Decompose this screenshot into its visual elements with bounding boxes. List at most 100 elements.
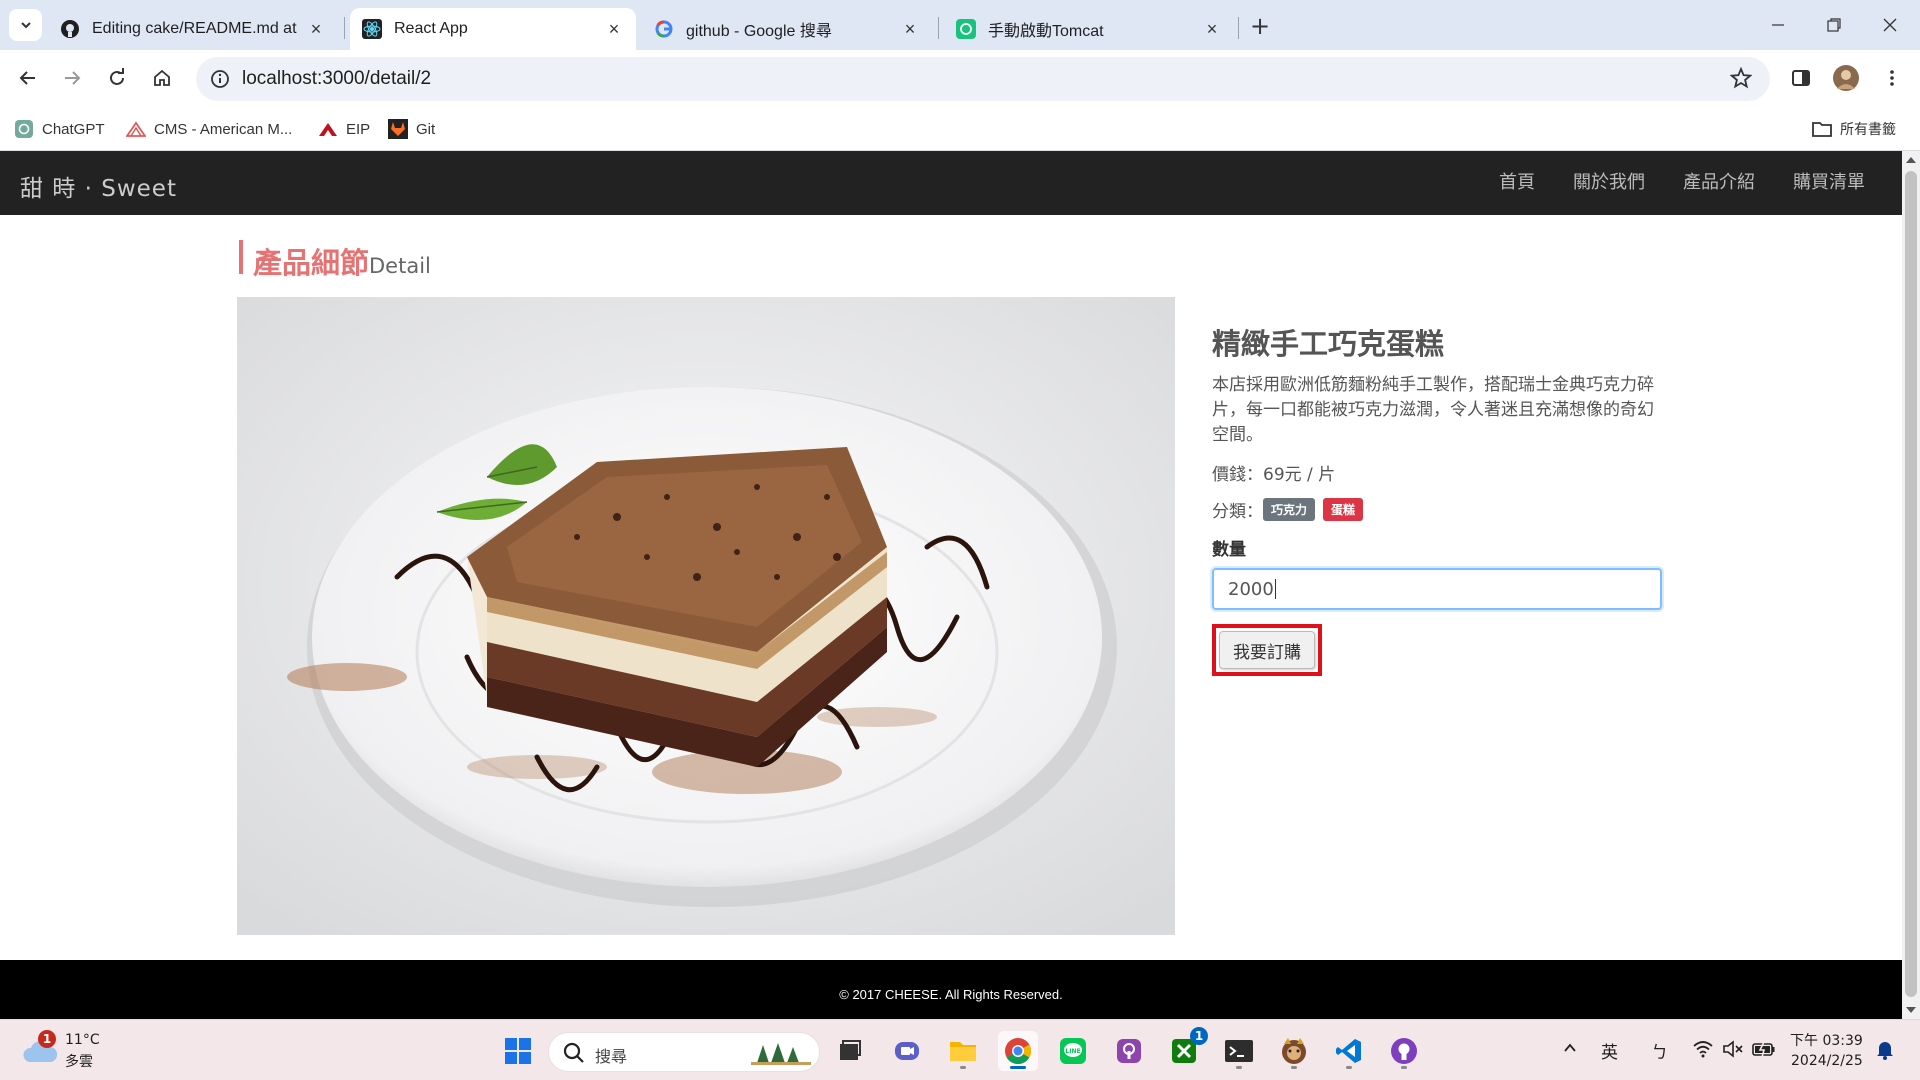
ime-language[interactable]: 英 bbox=[1601, 1038, 1618, 1063]
all-bookmarks-folder[interactable]: 所有書籤 bbox=[1812, 116, 1896, 142]
taskbar-search[interactable]: 搜尋 bbox=[548, 1032, 820, 1072]
folder-icon bbox=[950, 1042, 976, 1061]
chatgpt-icon bbox=[956, 19, 976, 39]
taskbar-app-podcast[interactable] bbox=[1109, 1031, 1149, 1071]
bookmark-label: Git bbox=[416, 120, 436, 138]
scroll-up-icon[interactable] bbox=[1906, 157, 1916, 163]
back-button[interactable] bbox=[10, 60, 46, 96]
podcast-icon bbox=[1117, 1039, 1141, 1063]
forward-button[interactable] bbox=[54, 60, 90, 96]
battery-charging-icon bbox=[1752, 1041, 1775, 1058]
copyright-text: © 2017 CHEESE. All Rights Reserved. bbox=[839, 987, 1063, 1002]
nav-home[interactable]: 首頁 bbox=[1480, 151, 1554, 215]
notification-button[interactable] bbox=[1876, 1040, 1894, 1065]
scroll-down-icon[interactable] bbox=[1906, 1007, 1916, 1013]
site-info-icon[interactable] bbox=[208, 67, 232, 91]
bookmark-git[interactable]: Git bbox=[388, 116, 435, 142]
weather-widget[interactable]: 1 11°C 多雲 bbox=[20, 1030, 110, 1072]
minimize-icon bbox=[1772, 24, 1784, 26]
close-icon[interactable]: × bbox=[604, 19, 624, 39]
quantity-input[interactable]: 2000 bbox=[1212, 568, 1662, 610]
side-panel-icon bbox=[1792, 70, 1810, 86]
taskbar-app-xbox[interactable]: 1 bbox=[1164, 1027, 1208, 1071]
taskbar-app-meet[interactable] bbox=[887, 1031, 927, 1071]
chevron-up-icon bbox=[1564, 1043, 1576, 1052]
taskbar-app-vscode[interactable] bbox=[1329, 1031, 1369, 1071]
nav-products[interactable]: 產品介紹 bbox=[1664, 151, 1774, 215]
tab-title: Editing cake/README.md at main bbox=[92, 20, 300, 37]
wifi-indicator[interactable] bbox=[1693, 1040, 1713, 1063]
taskbar: 1 11°C 多雲 搜尋 LINE 1 英 ㄅ 下午 03:39 2024/2/… bbox=[0, 1019, 1920, 1080]
xbox-badge: 1 bbox=[1190, 1027, 1208, 1045]
scrollbar-thumb[interactable] bbox=[1905, 171, 1917, 997]
side-panel-button[interactable] bbox=[1783, 60, 1819, 96]
bookmarks-bar: ChatGPT CMS - American M... EIP Git 所有書籤 bbox=[0, 108, 1920, 151]
bookmark-chatgpt[interactable]: ChatGPT bbox=[14, 116, 105, 142]
github-icon bbox=[60, 19, 80, 39]
page-title: 產品細節 Detail bbox=[239, 240, 431, 280]
text-caret bbox=[1274, 579, 1276, 599]
close-icon[interactable]: × bbox=[1202, 19, 1222, 39]
nav-cart[interactable]: 購買清單 bbox=[1774, 151, 1884, 215]
task-view-icon bbox=[840, 1040, 861, 1060]
taskbar-app-terminal[interactable] bbox=[1219, 1031, 1259, 1071]
battery-indicator[interactable] bbox=[1752, 1040, 1776, 1063]
page-title-en: Detail bbox=[369, 254, 431, 278]
running-indicator bbox=[1010, 1066, 1026, 1069]
volume-indicator[interactable] bbox=[1722, 1040, 1744, 1063]
tab-chatgpt-tomcat[interactable]: 手動啟動Tomcat × bbox=[944, 8, 1234, 50]
reload-button[interactable] bbox=[99, 60, 135, 96]
forest-highlight-icon bbox=[751, 1043, 811, 1065]
tab-google-search[interactable]: github - Google 搜尋 × bbox=[642, 8, 932, 50]
tab-github[interactable]: Editing cake/README.md at main × bbox=[48, 8, 338, 50]
bookmark-eip[interactable]: EIP bbox=[318, 116, 370, 142]
eip-logo-icon bbox=[318, 119, 338, 139]
chatgpt-icon bbox=[14, 119, 34, 139]
site-brand[interactable]: 甜 時 · Sweet bbox=[20, 169, 177, 203]
vscode-icon bbox=[1336, 1039, 1361, 1063]
taskbar-app-chrome[interactable] bbox=[998, 1031, 1038, 1071]
product-detail-panel: 精緻手工巧克蛋糕 本店採用歐洲低筋麵粉純手工製作，搭配瑞士金典巧克力碎片，每一口… bbox=[1212, 321, 1662, 676]
web-page: 甜 時 · Sweet 首頁 關於我們 產品介紹 購買清單 產品細節 Detai… bbox=[0, 151, 1902, 1019]
close-icon[interactable]: × bbox=[306, 19, 326, 39]
start-button[interactable] bbox=[498, 1031, 538, 1071]
ime-mode[interactable]: ㄅ bbox=[1651, 1038, 1668, 1063]
tray-overflow-button[interactable] bbox=[1562, 1040, 1578, 1061]
close-window-button[interactable] bbox=[1862, 0, 1918, 50]
close-icon[interactable]: × bbox=[900, 19, 920, 39]
github-desktop-icon bbox=[1391, 1038, 1417, 1064]
product-price: 價錢：69元 / 片 bbox=[1212, 465, 1336, 485]
address-bar[interactable]: localhost:3000/detail/2 bbox=[196, 57, 1770, 101]
taskbar-app-file-explorer[interactable] bbox=[943, 1031, 983, 1071]
tab-search-button[interactable] bbox=[9, 9, 42, 41]
quantity-label: 數量 bbox=[1212, 540, 1246, 560]
profile-avatar[interactable] bbox=[1828, 60, 1864, 96]
url-text[interactable]: localhost:3000/detail/2 bbox=[242, 68, 431, 90]
tab-react-app[interactable]: React App × bbox=[350, 8, 636, 50]
page-scrollbar[interactable] bbox=[1902, 151, 1920, 1019]
bookmark-star-icon[interactable] bbox=[1729, 66, 1754, 91]
home-button[interactable] bbox=[144, 60, 180, 96]
order-button[interactable]: 我要訂購 bbox=[1219, 631, 1315, 669]
minimize-button[interactable] bbox=[1750, 0, 1806, 50]
taskbar-app-line[interactable]: LINE bbox=[1053, 1031, 1093, 1071]
system-clock[interactable]: 下午 03:39 2024/2/25 bbox=[1790, 1031, 1863, 1071]
product-image bbox=[237, 297, 1175, 935]
home-icon bbox=[154, 69, 170, 86]
taskbar-app-game[interactable] bbox=[1274, 1031, 1314, 1071]
bookmark-cms[interactable]: CMS - American M... bbox=[126, 116, 292, 142]
weather-desc: 多雲 bbox=[65, 1054, 93, 1070]
menu-button[interactable] bbox=[1874, 60, 1910, 96]
site-nav-links: 首頁 關於我們 產品介紹 購買清單 bbox=[1480, 151, 1884, 215]
quantity-value: 2000 bbox=[1228, 578, 1274, 600]
bookmark-label: ChatGPT bbox=[42, 120, 105, 138]
weather-badge: 1 bbox=[38, 1030, 56, 1048]
running-indicator bbox=[960, 1066, 966, 1069]
task-view-button[interactable] bbox=[830, 1031, 870, 1071]
new-tab-button[interactable]: + bbox=[1246, 12, 1274, 40]
taskbar-app-github-desktop[interactable] bbox=[1384, 1031, 1424, 1071]
nav-about[interactable]: 關於我們 bbox=[1554, 151, 1664, 215]
restore-button[interactable] bbox=[1806, 0, 1862, 50]
browser-toolbar: localhost:3000/detail/2 bbox=[0, 50, 1920, 108]
site-footer: © 2017 CHEESE. All Rights Reserved. bbox=[0, 960, 1902, 1019]
